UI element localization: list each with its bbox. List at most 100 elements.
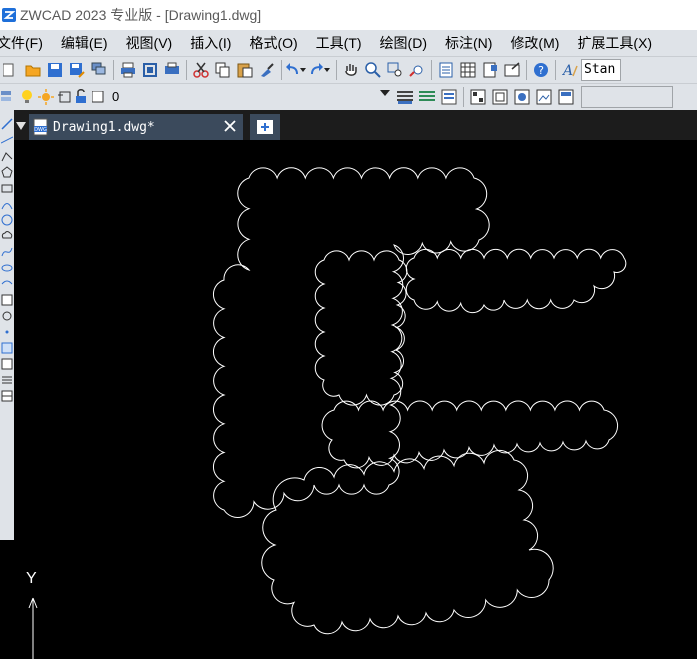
zoom-previous-icon[interactable] <box>406 59 428 81</box>
properties-icon[interactable] <box>435 59 457 81</box>
arc-icon[interactable] <box>0 196 14 212</box>
window-title: ZWCAD 2023 专业版 - [Drawing1.dwg] <box>20 7 262 23</box>
menu-express-tools[interactable]: 扩展工具(X) <box>568 33 661 53</box>
zoom-realtime-icon[interactable] <box>362 59 384 81</box>
menu-bar: 文件(F) 编辑(E) 视图(V) 插入(I) 格式(O) 工具(T) 绘图(D… <box>0 30 697 56</box>
toolbar-separator <box>113 60 114 80</box>
help-icon[interactable]: ? <box>530 59 552 81</box>
sun-freeze-icon[interactable] <box>38 89 54 105</box>
menu-edit[interactable]: 编辑(E) <box>52 33 117 53</box>
tab-label: Drawing1.dwg* <box>53 119 155 135</box>
revision-cloud-outline <box>314 250 408 406</box>
menu-draw[interactable]: 绘图(D) <box>371 33 436 53</box>
pan-icon[interactable] <box>340 59 362 81</box>
ellipse-icon[interactable] <box>0 260 14 276</box>
redo-icon[interactable] <box>307 59 333 81</box>
zoom-window-icon[interactable] <box>384 59 406 81</box>
toolbar-separator <box>336 60 337 80</box>
view-named-icon[interactable] <box>511 86 533 108</box>
make-block-icon[interactable] <box>0 308 14 324</box>
ellipse-arc-icon[interactable] <box>0 276 14 292</box>
polygon-icon[interactable] <box>0 164 14 180</box>
line-icon[interactable] <box>0 116 14 132</box>
new-tab-button[interactable] <box>250 114 280 140</box>
color-swatch-icon <box>92 91 104 103</box>
save-icon[interactable] <box>44 59 66 81</box>
new-drawing-icon <box>257 120 273 134</box>
revision-cloud-outline <box>261 449 554 635</box>
close-icon[interactable] <box>223 119 237 133</box>
toolbar-separator <box>463 87 464 107</box>
layer-dropdown[interactable]: 0 <box>14 86 394 108</box>
spline-icon[interactable] <box>0 244 14 260</box>
svg-text:?: ? <box>538 64 544 77</box>
layer-toolbar: 0 <box>0 83 697 110</box>
match-properties-icon[interactable] <box>256 59 278 81</box>
print-icon[interactable] <box>117 59 139 81</box>
view-grid-icon[interactable] <box>467 86 489 108</box>
chevron-down-icon[interactable] <box>380 90 390 96</box>
zoom-extents-icon[interactable] <box>139 59 161 81</box>
undo-icon[interactable] <box>285 59 307 81</box>
point-icon[interactable] <box>0 324 14 340</box>
revision-cloud-icon[interactable] <box>0 228 14 244</box>
text-style-combo[interactable]: Stan <box>581 59 621 81</box>
tab-drawing1[interactable]: DWG Drawing1.dwg* <box>29 114 243 140</box>
svg-text:A: A <box>562 63 573 78</box>
design-center-icon[interactable] <box>457 59 479 81</box>
menu-dimension[interactable]: 标注(N) <box>436 33 501 53</box>
tool-palettes-icon[interactable] <box>479 59 501 81</box>
view-image-icon[interactable] <box>533 86 555 108</box>
toolbar-separator <box>526 60 527 80</box>
layer-lock-icon[interactable] <box>58 89 72 105</box>
hatch-icon[interactable] <box>0 340 14 356</box>
plot-preview-icon[interactable] <box>161 59 183 81</box>
menu-tools[interactable]: 工具(T) <box>307 33 371 53</box>
menu-format[interactable]: 格式(O) <box>240 33 306 53</box>
polyline-icon[interactable] <box>0 148 14 164</box>
toolbar-separator <box>555 60 556 80</box>
drawing-canvas[interactable]: Y <box>14 140 697 659</box>
lock-unlocked-icon[interactable] <box>74 89 88 105</box>
rectangle-icon[interactable] <box>0 180 14 196</box>
view-layout-icon[interactable] <box>555 86 577 108</box>
current-layer-name: 0 <box>112 89 120 104</box>
copy-icon[interactable] <box>212 59 234 81</box>
ucs-y-axis-icon <box>28 597 38 659</box>
zwcad-logo-icon <box>2 8 16 22</box>
open-icon[interactable] <box>22 59 44 81</box>
menu-view[interactable]: 视图(V) <box>117 33 182 53</box>
svg-text:DWG: DWG <box>34 127 47 133</box>
construction-line-icon[interactable] <box>0 132 14 148</box>
circle-icon[interactable] <box>0 212 14 228</box>
region-icon[interactable] <box>0 372 14 388</box>
menu-file[interactable]: 文件(F) <box>0 33 52 53</box>
revision-cloud-outline <box>405 248 627 314</box>
table-icon[interactable] <box>0 388 14 404</box>
menu-insert[interactable]: 插入(I) <box>181 33 240 53</box>
paste-icon[interactable] <box>234 59 256 81</box>
sheet-set-icon[interactable] <box>501 59 523 81</box>
gradient-icon[interactable] <box>0 356 14 372</box>
new-icon[interactable] <box>0 59 22 81</box>
draw-toolbar <box>0 110 14 540</box>
text-style-icon[interactable]: A <box>559 59 581 81</box>
save-as-icon[interactable] <box>66 59 88 81</box>
insert-block-icon[interactable] <box>0 292 14 308</box>
view-single-icon[interactable] <box>489 86 511 108</box>
layer-state-icon[interactable] <box>438 86 460 108</box>
title-bar: ZWCAD 2023 专业版 - [Drawing1.dwg] <box>0 0 697 30</box>
toolbar-separator <box>281 60 282 80</box>
layers-manager-icon[interactable] <box>88 59 110 81</box>
style-dropdown[interactable] <box>581 86 673 108</box>
make-object-layer-current-icon[interactable] <box>394 86 416 108</box>
revision-cloud-drawing <box>212 167 627 635</box>
revision-cloud-outline <box>321 400 619 469</box>
cut-icon[interactable] <box>190 59 212 81</box>
menu-modify[interactable]: 修改(M) <box>501 33 568 53</box>
tab-list-chevron-down-icon[interactable] <box>16 122 26 130</box>
layer-previous-icon[interactable] <box>416 86 438 108</box>
toolbar-separator <box>431 60 432 80</box>
layer-manager-icon[interactable] <box>0 86 14 108</box>
light-bulb-icon[interactable] <box>20 89 34 105</box>
